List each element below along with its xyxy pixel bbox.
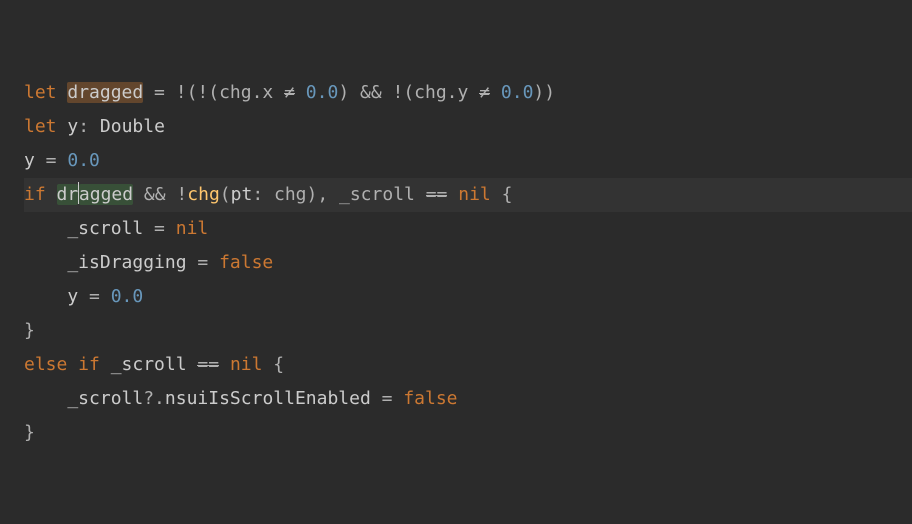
code-line[interactable]: } (24, 314, 912, 348)
code-token: 0.0 (111, 286, 144, 307)
code-token: ) && !(chg.y (338, 82, 479, 103)
code-token: y (24, 286, 78, 307)
code-line[interactable]: let y: Double (24, 110, 912, 144)
code-line[interactable]: if dragged && !chg(pt: chg), _scroll == … (24, 178, 912, 212)
code-token: ≠ (479, 82, 490, 103)
code-line[interactable]: y = 0.0 (24, 144, 912, 178)
code-token (490, 82, 501, 103)
code-token: dragged (67, 82, 143, 103)
code-token: ( (220, 184, 231, 205)
code-line[interactable]: _scroll?.nsuiIsScrollEnabled = false (24, 382, 912, 416)
code-token: { (262, 354, 284, 375)
code-token: 0.0 (306, 82, 339, 103)
code-token: pt (231, 184, 253, 205)
code-token: _scroll (24, 218, 143, 239)
code-line[interactable]: let dragged = !(!(chg.x ≠ 0.0) && !(chg.… (24, 76, 912, 110)
code-token: _scroll (111, 354, 187, 375)
code-token: nsuiIsScrollEnabled (165, 388, 371, 409)
code-token: = (143, 218, 176, 239)
code-line[interactable]: _scroll = nil (24, 212, 912, 246)
code-token: let (24, 82, 67, 103)
code-token: = (78, 286, 111, 307)
code-token: == (426, 184, 448, 205)
code-token (187, 354, 198, 375)
code-token: == (197, 354, 219, 375)
code-token: ≠ (284, 82, 295, 103)
code-token: ?. (143, 388, 165, 409)
code-token: _scroll (24, 388, 143, 409)
code-token: } (24, 422, 35, 443)
code-line[interactable]: y = 0.0 (24, 280, 912, 314)
code-token: let (24, 116, 67, 137)
code-token: agged (79, 184, 133, 205)
code-token: : (78, 116, 100, 137)
code-token: y (67, 116, 78, 137)
code-token: = (187, 252, 220, 273)
code-token: nil (458, 184, 491, 205)
code-line[interactable]: _isDragging = false (24, 246, 912, 280)
code-token: y (24, 150, 35, 171)
code-token: 0.0 (501, 82, 534, 103)
code-token: else if (24, 354, 111, 375)
code-token (219, 354, 230, 375)
code-token: _isDragging (24, 252, 187, 273)
code-token: && ! (133, 184, 187, 205)
code-token: = !(!(chg.x (143, 82, 284, 103)
code-token: : chg), _scroll (252, 184, 425, 205)
code-token (295, 82, 306, 103)
code-token: false (219, 252, 273, 273)
code-token: = (35, 150, 68, 171)
code-token (447, 184, 458, 205)
code-token: Double (100, 116, 165, 137)
code-token: false (403, 388, 457, 409)
code-token: chg (187, 184, 220, 205)
code-token: nil (230, 354, 263, 375)
code-editor[interactable]: let dragged = !(!(chg.x ≠ 0.0) && !(chg.… (24, 76, 912, 450)
code-token: = (371, 388, 404, 409)
code-token: )) (533, 82, 555, 103)
code-token: } (24, 320, 35, 341)
code-token: nil (176, 218, 209, 239)
code-token: { (491, 184, 513, 205)
code-token: dr (57, 184, 79, 205)
code-token: if (24, 184, 57, 205)
code-line[interactable]: } (24, 416, 912, 450)
code-line[interactable]: else if _scroll == nil { (24, 348, 912, 382)
code-token: 0.0 (67, 150, 100, 171)
